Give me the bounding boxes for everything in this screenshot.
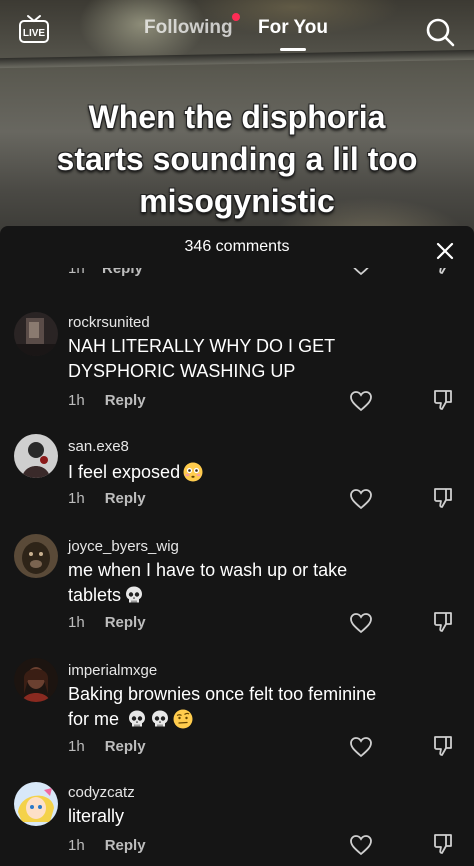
comment-text-line: DYSPHORIC WASHING UP xyxy=(68,361,296,381)
reply-button[interactable]: Reply xyxy=(105,392,146,409)
search-icon[interactable] xyxy=(424,16,456,48)
comment-username[interactable]: imperialmxge xyxy=(68,662,157,679)
avatar[interactable] xyxy=(14,782,58,826)
flushed-face-emoji-icon xyxy=(183,462,203,482)
comment-meta: 1h Reply xyxy=(68,738,146,755)
comment-text-line: NAH LITERALLY WHY DO I GET xyxy=(68,336,336,356)
dislike-icon[interactable] xyxy=(432,388,454,412)
close-icon[interactable] xyxy=(434,240,456,262)
comment-text: me when I have to wash up or take tablet… xyxy=(68,558,398,608)
avatar[interactable] xyxy=(14,312,58,356)
reply-button[interactable]: Reply xyxy=(105,837,146,854)
video-player[interactable]: LIVE Following For You When the disphori… xyxy=(0,0,474,240)
dislike-icon[interactable] xyxy=(432,268,454,276)
heart-icon[interactable] xyxy=(349,834,373,856)
comment-time: 1h xyxy=(68,392,85,409)
comment-username[interactable]: codyzcatz xyxy=(68,784,135,801)
top-nav: LIVE Following For You xyxy=(0,0,474,60)
comment-username[interactable]: joyce_byers_wig xyxy=(68,538,179,555)
caption-line: When the disphoria xyxy=(88,99,386,135)
heart-icon[interactable] xyxy=(349,612,373,634)
reply-button[interactable]: Reply xyxy=(105,490,146,507)
comment-text-line: me when I have to wash up or take xyxy=(68,560,348,580)
caption-line: starts sounding a lil too xyxy=(56,141,418,177)
comment-meta: 1h Reply xyxy=(68,392,146,409)
heart-icon[interactable] xyxy=(349,390,373,412)
heart-icon[interactable] xyxy=(349,268,373,276)
avatar[interactable] xyxy=(14,434,58,478)
skull-emoji-icon xyxy=(129,710,146,727)
comment-time: 1h xyxy=(68,490,85,507)
skull-emoji-icon xyxy=(126,586,143,603)
dislike-icon[interactable] xyxy=(432,610,454,634)
live-tv-icon[interactable]: LIVE xyxy=(18,14,50,44)
notification-dot xyxy=(232,13,240,21)
comment-time: 1h xyxy=(68,614,85,631)
reply-button[interactable]: Reply xyxy=(102,268,143,277)
comment-username[interactable]: san.exe8 xyxy=(68,438,129,455)
caption-line: misogynistic xyxy=(139,183,335,219)
comment-text-line: for me xyxy=(68,709,120,729)
tab-for-you[interactable]: For You xyxy=(258,17,328,39)
comment-text-line: tablets xyxy=(68,585,122,605)
skull-emoji-icon xyxy=(152,710,169,727)
comment-text: I feel exposed xyxy=(68,460,398,485)
comment-text-line: Baking brownies once felt too feminine xyxy=(68,684,377,704)
live-label: LIVE xyxy=(23,28,46,39)
comment-time: 1h xyxy=(68,738,85,755)
comment-time: 1h xyxy=(68,837,85,854)
comment-meta: 1h Reply xyxy=(68,614,146,631)
dislike-icon[interactable] xyxy=(432,734,454,758)
raised-eyebrow-face-emoji-icon xyxy=(173,709,193,729)
comment-meta: 1h Reply xyxy=(68,490,146,507)
comments-count-title: 346 comments xyxy=(184,238,290,255)
heart-icon[interactable] xyxy=(349,488,373,510)
comment-text-line: literally xyxy=(68,806,125,826)
comment-text: NAH LITERALLY WHY DO I GET DYSPHORIC WAS… xyxy=(68,334,398,384)
tab-following[interactable]: Following xyxy=(144,17,233,39)
avatar[interactable] xyxy=(14,658,58,702)
avatar[interactable] xyxy=(14,534,58,578)
comments-sheet: 346 comments 1h Reply rockrsunited NAH L… xyxy=(0,226,474,866)
comment-text: Baking brownies once felt too feminine f… xyxy=(68,682,398,732)
dislike-icon[interactable] xyxy=(432,486,454,510)
partial-comment-row: 1h Reply xyxy=(0,268,474,288)
video-caption: When the disphoria starts sounding a lil… xyxy=(0,96,474,222)
dislike-icon[interactable] xyxy=(432,832,454,856)
comment-text: literally xyxy=(68,804,398,829)
reply-button[interactable]: Reply xyxy=(105,738,146,755)
reply-button[interactable]: Reply xyxy=(105,614,146,631)
comment-username[interactable]: rockrsunited xyxy=(68,314,150,331)
comment-meta: 1h Reply xyxy=(68,837,146,854)
comment-time: 1h xyxy=(68,268,85,277)
comment-text-line: I feel exposed xyxy=(68,462,181,482)
active-tab-indicator xyxy=(280,48,306,51)
heart-icon[interactable] xyxy=(349,736,373,758)
